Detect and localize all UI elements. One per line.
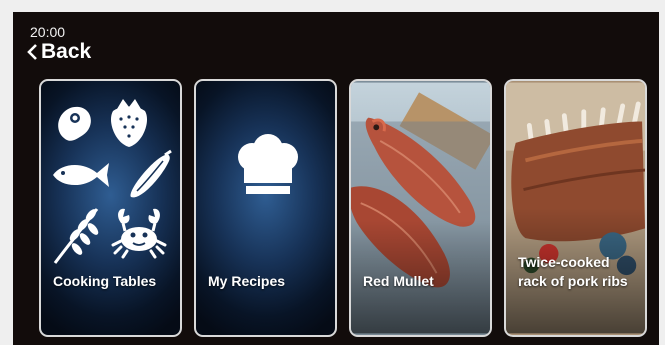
cooking-tables-card[interactable]: Cooking Tables [39, 79, 182, 337]
card-label: My Recipes [208, 273, 286, 289]
oven-display: 20:00 Back Cooking Tables My Recipes Red… [13, 12, 659, 345]
pork-ribs-photo [506, 82, 645, 334]
my-recipes-card[interactable]: My Recipes [194, 79, 337, 337]
zucchini-icon [130, 149, 172, 198]
red-mullet-photo [351, 82, 490, 335]
chevron-left-icon [26, 43, 38, 61]
card-label-line2: rack of pork ribs [518, 273, 628, 289]
card-label: Cooking Tables [53, 273, 157, 289]
card-label-line1: Twice-cooked [518, 254, 610, 270]
crab-icon [111, 208, 167, 259]
pork-ribs-card[interactable]: Twice-cooked rack of pork ribs [504, 79, 647, 337]
fish-icon [53, 163, 109, 187]
red-mullet-card[interactable]: Red Mullet [349, 79, 492, 337]
card-label: Twice-cooked rack of pork ribs [518, 253, 645, 291]
back-label: Back [41, 40, 92, 63]
steak-icon [58, 106, 91, 141]
back-button[interactable]: Back [26, 40, 91, 64]
strawberry-icon [110, 99, 148, 147]
chef-hat-icon [238, 134, 298, 194]
card-label: Red Mullet [363, 273, 434, 289]
clock: 20:00 [30, 24, 66, 40]
wheat-icon [53, 208, 99, 264]
